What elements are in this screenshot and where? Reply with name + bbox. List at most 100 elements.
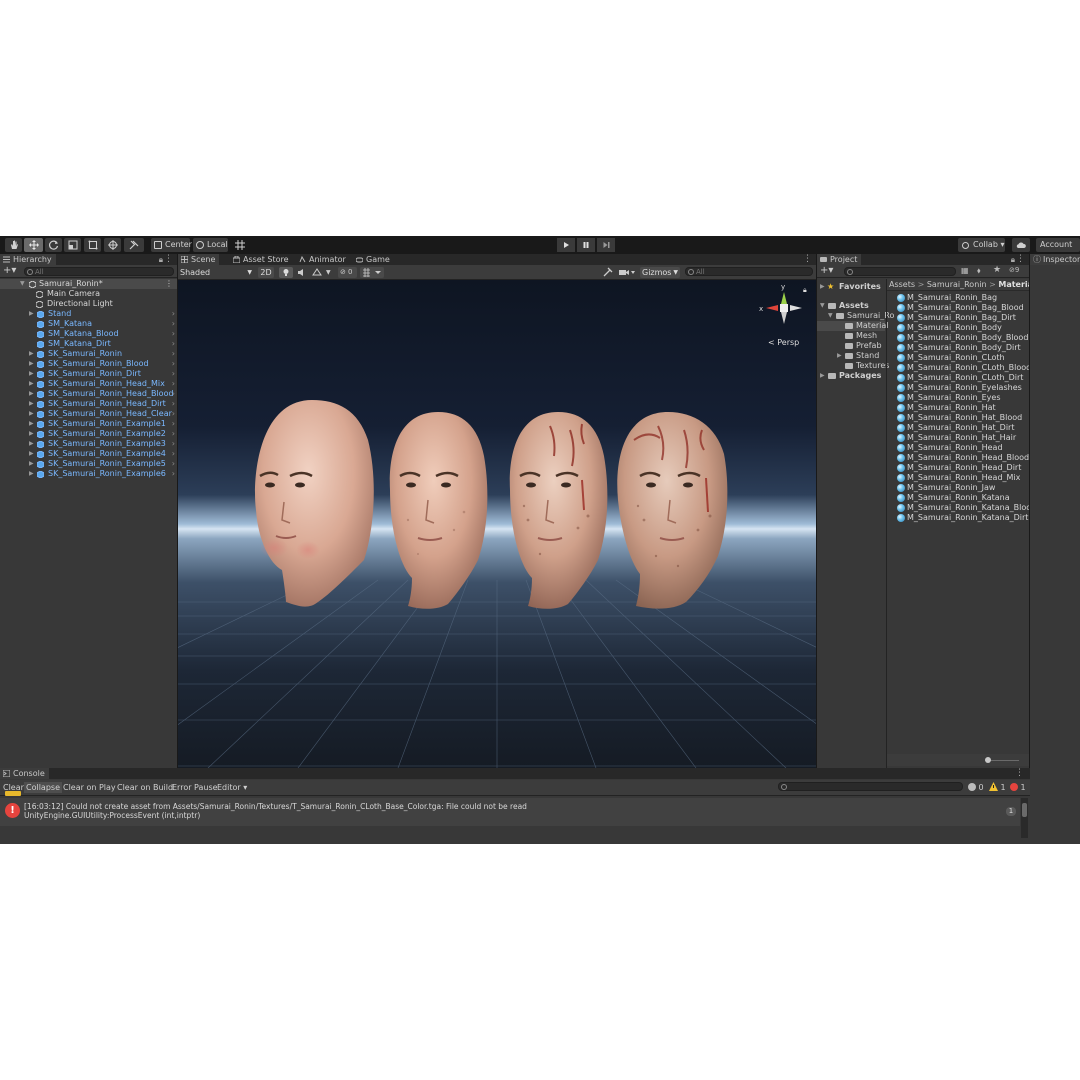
hierarchy-item[interactable]: ▶ SK_Samurai_Ronin › bbox=[0, 349, 177, 359]
material-asset-item[interactable]: M_Samurai_Ronin_Katana_Blood bbox=[897, 503, 1029, 513]
hierarchy-search-input[interactable]: All bbox=[24, 267, 174, 276]
collapsed-arrow-icon[interactable]: ▶ bbox=[29, 449, 34, 459]
project-kebab-icon[interactable]: ⋮ bbox=[1016, 254, 1025, 264]
collapsed-arrow-icon[interactable]: ▶ bbox=[29, 429, 34, 439]
chevron-right-icon[interactable]: › bbox=[172, 419, 175, 429]
collapsed-arrow-icon[interactable]: ▶ bbox=[29, 399, 34, 409]
collapsed-arrow-icon[interactable]: ▶ bbox=[29, 369, 34, 379]
chevron-right-icon[interactable]: › bbox=[172, 459, 175, 469]
hierarchy-item[interactable]: ▶ SK_Samurai_Ronin_Example6 › bbox=[0, 469, 177, 479]
shading-mode-dropdown[interactable]: Shaded ▼ bbox=[180, 267, 254, 278]
chevron-right-icon[interactable]: › bbox=[172, 369, 175, 379]
console-collapse-toggle[interactable]: Collapse bbox=[24, 782, 62, 793]
head-model-blood[interactable] bbox=[509, 412, 608, 609]
material-asset-item[interactable]: M_Samurai_Ronin_Eyes bbox=[897, 393, 1029, 403]
packages-node[interactable]: ▶ Packages bbox=[817, 371, 885, 381]
collapsed-arrow-icon[interactable]: ▶ bbox=[29, 349, 34, 359]
folder-stand[interactable]: ▶ Stand bbox=[817, 351, 885, 361]
console-editor-dropdown[interactable]: Editor ▾ bbox=[215, 782, 249, 793]
audio-toggle[interactable] bbox=[295, 267, 309, 278]
material-asset-item[interactable]: M_Samurai_Ronin_Bag_Blood bbox=[897, 303, 1029, 313]
project-lock-icon[interactable]: 🔒︎ bbox=[1011, 255, 1015, 265]
hierarchy-item[interactable]: ▶ SK_Samurai_Ronin_Example1 › bbox=[0, 419, 177, 429]
chevron-right-icon[interactable]: › bbox=[172, 319, 175, 329]
material-asset-item[interactable]: M_Samurai_Ronin_Bag_Dirt bbox=[897, 313, 1029, 323]
hierarchy-item[interactable]: ▶ SK_Samurai_Ronin_Head_Clear › bbox=[0, 409, 177, 419]
scale-tool-button[interactable] bbox=[64, 238, 81, 252]
head-model-mix[interactable] bbox=[617, 412, 728, 609]
folder-prefab[interactable]: Prefab bbox=[817, 341, 885, 351]
material-asset-item[interactable]: M_Samurai_Ronin_Head bbox=[897, 443, 1029, 453]
chevron-right-icon[interactable]: › bbox=[172, 349, 175, 359]
pivot-center-button[interactable]: Center bbox=[151, 238, 192, 252]
hierarchy-item[interactable]: Main Camera bbox=[0, 289, 177, 299]
project-splitter[interactable] bbox=[886, 279, 887, 768]
custom-tools-button[interactable] bbox=[124, 238, 144, 252]
material-asset-item[interactable]: M_Samurai_Ronin_Head_Blood bbox=[897, 453, 1029, 463]
material-asset-item[interactable]: M_Samurai_Ronin_CLoth_Dirt bbox=[897, 373, 1029, 383]
material-asset-item[interactable]: M_Samurai_Ronin_Head_Mix bbox=[897, 473, 1029, 483]
collapsed-arrow-icon[interactable]: ▶ bbox=[29, 409, 34, 419]
search-by-type-icon[interactable]: ▦ bbox=[961, 266, 969, 275]
collab-dropdown[interactable]: Collab ▾ bbox=[958, 238, 1005, 252]
tab-animator[interactable]: Animator bbox=[296, 254, 350, 265]
tab-game[interactable]: Game bbox=[353, 254, 394, 265]
console-search-input[interactable] bbox=[778, 782, 963, 791]
console-scrollbar-thumb[interactable] bbox=[1022, 803, 1027, 817]
tab-hierarchy[interactable]: Hierarchy bbox=[0, 254, 56, 265]
chevron-right-icon[interactable]: › bbox=[172, 309, 175, 319]
collapsed-arrow-icon[interactable]: ▶ bbox=[29, 389, 34, 399]
head-model-dirt[interactable] bbox=[389, 412, 488, 609]
chevron-right-icon[interactable]: › bbox=[172, 339, 175, 349]
material-asset-item[interactable]: M_Samurai_Ronin_Head_Dirt bbox=[897, 463, 1029, 473]
lock-icon[interactable]: 🔒︎ bbox=[159, 255, 163, 265]
project-create-button[interactable]: +▾ bbox=[820, 265, 833, 277]
console-clear-on-build-toggle[interactable]: Clear on Build bbox=[115, 782, 175, 793]
hierarchy-scene-root[interactable]: ▼ Samurai_Ronin* ⋮ bbox=[0, 279, 177, 289]
grid-snap-button[interactable] bbox=[233, 238, 246, 252]
scene-kebab-icon[interactable]: ⋮ bbox=[803, 254, 812, 264]
perspective-label[interactable]: < Persp bbox=[768, 338, 799, 347]
tab-inspector[interactable]: ⓘ Inspector bbox=[1030, 254, 1080, 265]
chevron-right-icon[interactable]: › bbox=[172, 329, 175, 339]
scene-grid-dropdown[interactable] bbox=[360, 267, 384, 278]
cloud-button[interactable] bbox=[1012, 238, 1030, 252]
material-asset-item[interactable]: M_Samurai_Ronin_Hat_Hair bbox=[897, 433, 1029, 443]
console-error-entry[interactable]: ! [16:03:12] Could not create asset from… bbox=[0, 798, 1020, 826]
collapsed-arrow-icon[interactable]: ▶ bbox=[29, 439, 34, 449]
material-asset-item[interactable]: M_Samurai_Ronin_Body_Dirt bbox=[897, 343, 1029, 353]
material-asset-item[interactable]: M_Samurai_Ronin_Eyelashes bbox=[897, 383, 1029, 393]
hierarchy-item[interactable]: ▶ SK_Samurai_Ronin_Head_Dirt › bbox=[0, 399, 177, 409]
hierarchy-item[interactable]: ▶ SK_Samurai_Ronin_Example5 › bbox=[0, 459, 177, 469]
tab-project[interactable]: Project bbox=[817, 254, 862, 265]
transform-tool-button[interactable] bbox=[104, 238, 121, 252]
folder-samurai-ronin[interactable]: ▼ Samurai_Ro bbox=[817, 311, 894, 321]
console-scrollbar[interactable] bbox=[1021, 798, 1028, 838]
hierarchy-item[interactable]: Directional Light bbox=[0, 299, 177, 309]
search-by-label-icon[interactable]: ⬧ bbox=[977, 266, 981, 276]
hierarchy-item[interactable]: ▶ SK_Samurai_Ronin_Dirt › bbox=[0, 369, 177, 379]
assets-node[interactable]: ▼ Assets bbox=[817, 301, 885, 311]
pause-button[interactable] bbox=[577, 238, 595, 252]
hidden-objects-toggle[interactable]: ⊘ 0 bbox=[338, 267, 357, 278]
chevron-right-icon[interactable]: › bbox=[172, 399, 175, 409]
breadcrumb-samurai-ronin[interactable]: Samurai_Ronin bbox=[927, 280, 987, 289]
material-asset-item[interactable]: M_Samurai_Ronin_Jaw bbox=[897, 483, 1029, 493]
gizmo-lock-icon[interactable]: 🔒︎ bbox=[803, 286, 807, 294]
rect-tool-button[interactable] bbox=[84, 238, 101, 252]
hierarchy-item[interactable]: SM_Katana › bbox=[0, 319, 177, 329]
collapsed-arrow-icon[interactable]: ▶ bbox=[29, 459, 34, 469]
collapsed-arrow-icon[interactable]: ▶ bbox=[29, 469, 34, 479]
chevron-right-icon[interactable]: › bbox=[172, 409, 175, 419]
project-search-input[interactable] bbox=[844, 267, 956, 276]
favorites-node[interactable]: ▶ ★ Favorites bbox=[817, 282, 885, 292]
chevron-right-icon[interactable]: › bbox=[172, 379, 175, 389]
expand-arrow-icon[interactable]: ▼ bbox=[20, 279, 25, 289]
orientation-gizmo[interactable]: y x bbox=[759, 283, 802, 324]
material-asset-item[interactable]: M_Samurai_Ronin_CLoth_Blood bbox=[897, 363, 1029, 373]
create-plus-button[interactable]: +▾ bbox=[3, 265, 16, 277]
warning-count-toggle[interactable]: 1 bbox=[989, 782, 1007, 793]
hierarchy-item[interactable]: ▶ SK_Samurai_Ronin_Blood › bbox=[0, 359, 177, 369]
tab-console[interactable]: Console bbox=[0, 768, 49, 779]
error-count-toggle[interactable]: 1 bbox=[1010, 782, 1028, 793]
